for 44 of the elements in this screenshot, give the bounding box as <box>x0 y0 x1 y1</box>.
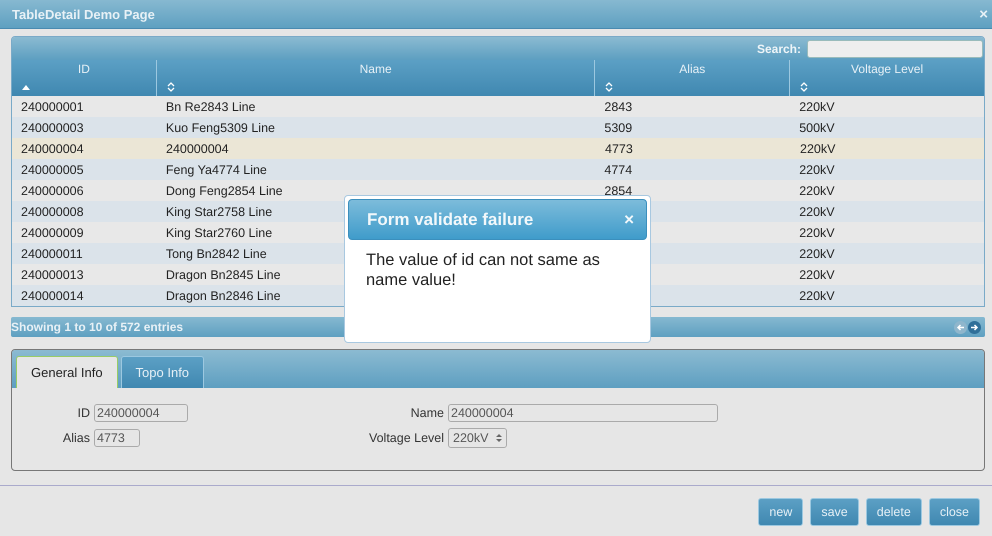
table-cell: 4773 <box>605 142 633 156</box>
field-label: Name <box>410 406 444 420</box>
table-cell: Bn Re2843 Line <box>166 100 256 114</box>
table-cell: 240000008 <box>21 204 84 218</box>
dialog-message: The value of id can not same as name value! <box>365 250 601 291</box>
table-cell: 220kV <box>799 184 835 198</box>
table-cell: 220kV <box>799 268 835 282</box>
search-label: Search: <box>756 42 801 56</box>
table-cell: 240000009 <box>21 226 84 240</box>
table-cell: 220kV <box>799 246 835 260</box>
table-cell: 240000003 <box>21 120 84 134</box>
field-label: Alias <box>62 431 90 445</box>
table-cell: 500kV <box>799 120 835 134</box>
field-label: Voltage Level <box>368 431 444 445</box>
table-cell: 220kV <box>799 288 835 302</box>
table-cell: Dong Feng2854 Line <box>166 184 283 198</box>
table-cell: Dragon Bn2846 Line <box>166 288 281 302</box>
table-cell: 240000011 <box>21 246 83 260</box>
table-cell: 220kV <box>799 100 835 114</box>
table-cell: 220kV <box>799 226 835 240</box>
table-cell: 5309 <box>604 120 632 134</box>
table-cell: 240000004 <box>21 142 84 156</box>
table-cell: 240000005 <box>21 162 84 176</box>
table-cell: King Star2758 Line <box>166 204 272 218</box>
table-cell: Dragon Bn2845 Line <box>166 268 281 282</box>
table-cell: 2843 <box>604 100 632 114</box>
table-cell: Kuo Feng5309 Line <box>166 120 275 134</box>
table-cell: 220kV <box>799 204 835 218</box>
entries-info: Showing 1 to 10 of 572 entries <box>11 320 184 334</box>
dialog-title: Form validate failure <box>367 210 534 230</box>
table-cell: 240000013 <box>21 268 84 282</box>
table-cell: 240000014 <box>21 288 84 302</box>
table-cell: 220kV <box>799 162 835 176</box>
window-title: TableDetail Demo Page <box>12 6 155 22</box>
table-cell: 240000004 <box>166 142 229 156</box>
table-cell: Tong Bn2842 Line <box>166 246 267 260</box>
table-cell: 240000001 <box>21 100 84 114</box>
table-cell: 240000006 <box>21 184 84 198</box>
table-cell: King Star2760 Line <box>166 226 272 240</box>
table-cell: 4774 <box>604 162 632 176</box>
table-cell: 220kV <box>800 142 836 156</box>
table-cell: Feng Ya4774 Line <box>166 162 267 176</box>
field-label: ID <box>76 406 90 420</box>
table-cell: 2854 <box>604 184 632 198</box>
